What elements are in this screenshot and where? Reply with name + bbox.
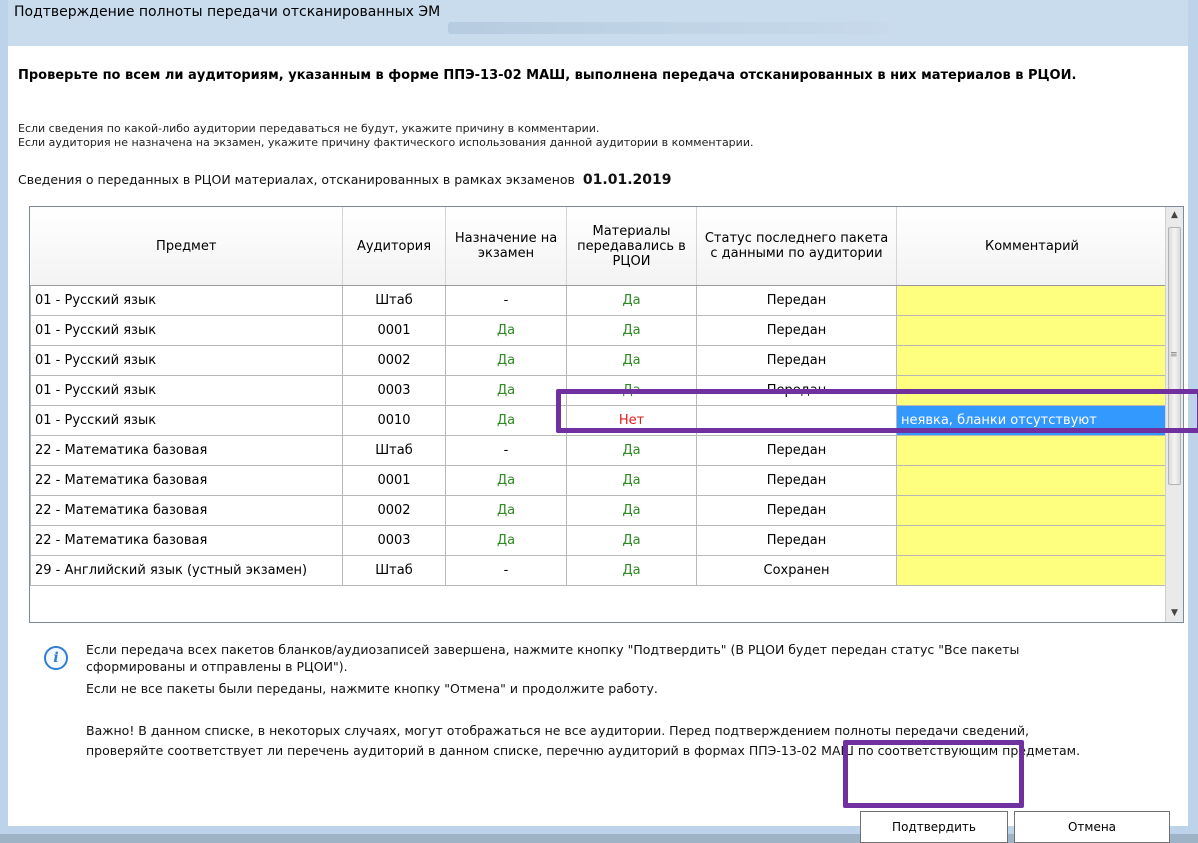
cell-comment[interactable] [896,465,1168,496]
window-title: Подтверждение полноты передачи отсканиро… [14,4,441,20]
info-line-1: Если передача всех пакетов бланков/аудио… [86,642,1020,657]
note-line-2: Если аудитория не назначена на экзамен, … [18,136,754,149]
cell-assigned: - [445,285,567,316]
table-row[interactable]: 01 - Русский язык 0002 Да Да Передан [30,345,1168,376]
cell-comment[interactable] [896,285,1168,316]
cell-sent: Да [566,495,697,526]
cell-assigned: Да [445,525,567,556]
cancel-button[interactable]: Отмена [1014,811,1170,843]
cell-assigned: - [445,555,567,586]
cell-room: 0001 [342,465,446,496]
title-bar: Подтверждение полноты передачи отсканиро… [8,0,1188,46]
highlight-box-row [556,389,1198,433]
confirm-button[interactable]: Подтвердить [860,811,1008,843]
cell-status: Передан [696,285,897,316]
scroll-up-arrow-icon[interactable]: ▲ [1166,207,1183,224]
table-row[interactable]: 22 - Математика базовая 0003 Да Да Перед… [30,525,1168,556]
cell-comment[interactable] [896,435,1168,466]
cell-assigned: Да [445,465,567,496]
table-row[interactable]: 22 - Математика базовая 0002 Да Да Перед… [30,495,1168,526]
cell-sent: Да [566,315,697,346]
info-icon: i [44,646,68,670]
col-header-sent[interactable]: Материалы передавались в РЦОИ [566,207,697,286]
cell-comment[interactable] [896,315,1168,346]
cell-assigned: Да [445,345,567,376]
scroll-down-arrow-icon[interactable]: ▼ [1166,605,1183,622]
cell-room: 0002 [342,345,446,376]
cell-subject: 01 - Русский язык [30,285,343,316]
cell-subject: 01 - Русский язык [30,405,343,436]
cell-room: 0002 [342,495,446,526]
summary-label: Сведения о переданных в РЦОИ материалах,… [18,172,575,187]
dialog-window: Подтверждение полноты передачи отсканиро… [0,0,1198,843]
cell-sent: Да [566,435,697,466]
info-line-2: сформированы и отправлены в РЦОИ"). [86,659,348,674]
cell-subject: 01 - Русский язык [30,375,343,406]
col-header-subject[interactable]: Предмет [30,207,343,286]
cell-status: Передан [696,495,897,526]
dialog-content: Проверьте по всем ли аудиториям, указанн… [8,46,1188,843]
cell-comment[interactable] [896,495,1168,526]
cell-comment[interactable] [896,345,1168,376]
cell-sent: Да [566,345,697,376]
background-window-menu [448,22,888,34]
cell-sent: Да [566,525,697,556]
table-row[interactable]: 01 - Русский язык 0001 Да Да Передан [30,315,1168,346]
cell-room: 0001 [342,315,446,346]
cell-room: Штаб [342,435,446,466]
exam-date: 01.01.2019 [582,172,672,188]
cell-sent: Да [566,465,697,496]
cell-assigned: Да [445,405,567,436]
cell-assigned: Да [445,375,567,406]
info-line-3: Если не все пакеты были переданы, нажмит… [86,681,658,696]
col-header-status[interactable]: Статус последнего пакета с данными по ау… [696,207,897,286]
cell-comment[interactable] [896,555,1168,586]
warning-line-1: Важно! В данном списке, в некоторых случ… [86,723,1029,738]
cell-status: Сохранен [696,555,897,586]
cell-subject: 22 - Математика базовая [30,525,343,556]
highlight-box-confirm [843,740,1024,808]
cell-status: Передан [696,315,897,346]
cell-subject: 22 - Математика базовая [30,465,343,496]
scroll-grip-icon: ≡ [1170,350,1178,360]
cell-room: 0003 [342,375,446,406]
col-header-room[interactable]: Аудитория [342,207,446,286]
cell-subject: 01 - Русский язык [30,315,343,346]
table-row[interactable]: 01 - Русский язык Штаб - Да Передан [30,285,1168,316]
cell-status: Передан [696,345,897,376]
cell-assigned: - [445,435,567,466]
table-row[interactable]: 22 - Математика базовая Штаб - Да Переда… [30,435,1168,466]
instruction-heading: Проверьте по всем ли аудиториям, указанн… [18,68,1077,83]
cell-status: Передан [696,435,897,466]
table-row[interactable]: 22 - Математика базовая 0001 Да Да Перед… [30,465,1168,496]
cell-status: Передан [696,525,897,556]
col-header-assigned[interactable]: Назначение на экзамен [445,207,567,286]
cell-subject: 01 - Русский язык [30,345,343,376]
cell-room: Штаб [342,555,446,586]
cell-assigned: Да [445,315,567,346]
summary-line: Сведения о переданных в РЦОИ материалах,… [18,172,671,188]
cell-room: 0010 [342,405,446,436]
cell-sent: Да [566,555,697,586]
cell-assigned: Да [445,495,567,526]
table-row[interactable]: 29 - Английский язык (устный экзамен) Шт… [30,555,1168,586]
cell-status: Передан [696,465,897,496]
col-header-comment[interactable]: Комментарий [896,207,1168,286]
table-header-row: Предмет Аудитория Назначение на экзамен … [30,207,1168,286]
cell-subject: 29 - Английский язык (устный экзамен) [30,555,343,586]
note-line-1: Если сведения по какой-либо аудитории пе… [18,122,600,135]
cell-sent: Да [566,285,697,316]
cell-room: Штаб [342,285,446,316]
cell-subject: 22 - Математика базовая [30,495,343,526]
cell-comment[interactable] [896,525,1168,556]
cell-room: 0003 [342,525,446,556]
cell-subject: 22 - Математика базовая [30,435,343,466]
